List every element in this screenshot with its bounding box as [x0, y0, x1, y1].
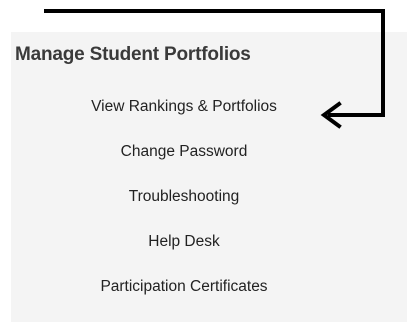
portfolio-menu-panel: Manage Student Portfolios View Rankings …: [11, 32, 407, 322]
panel-title: Manage Student Portfolios: [15, 44, 251, 65]
menu-item-view-rankings-portfolios[interactable]: View Rankings & Portfolios: [11, 98, 357, 116]
menu-item-participation-certificates[interactable]: Participation Certificates: [11, 278, 357, 296]
menu-item-help-desk[interactable]: Help Desk: [11, 233, 357, 251]
menu-item-change-password[interactable]: Change Password: [11, 143, 357, 161]
menu-item-troubleshooting[interactable]: Troubleshooting: [11, 188, 357, 206]
